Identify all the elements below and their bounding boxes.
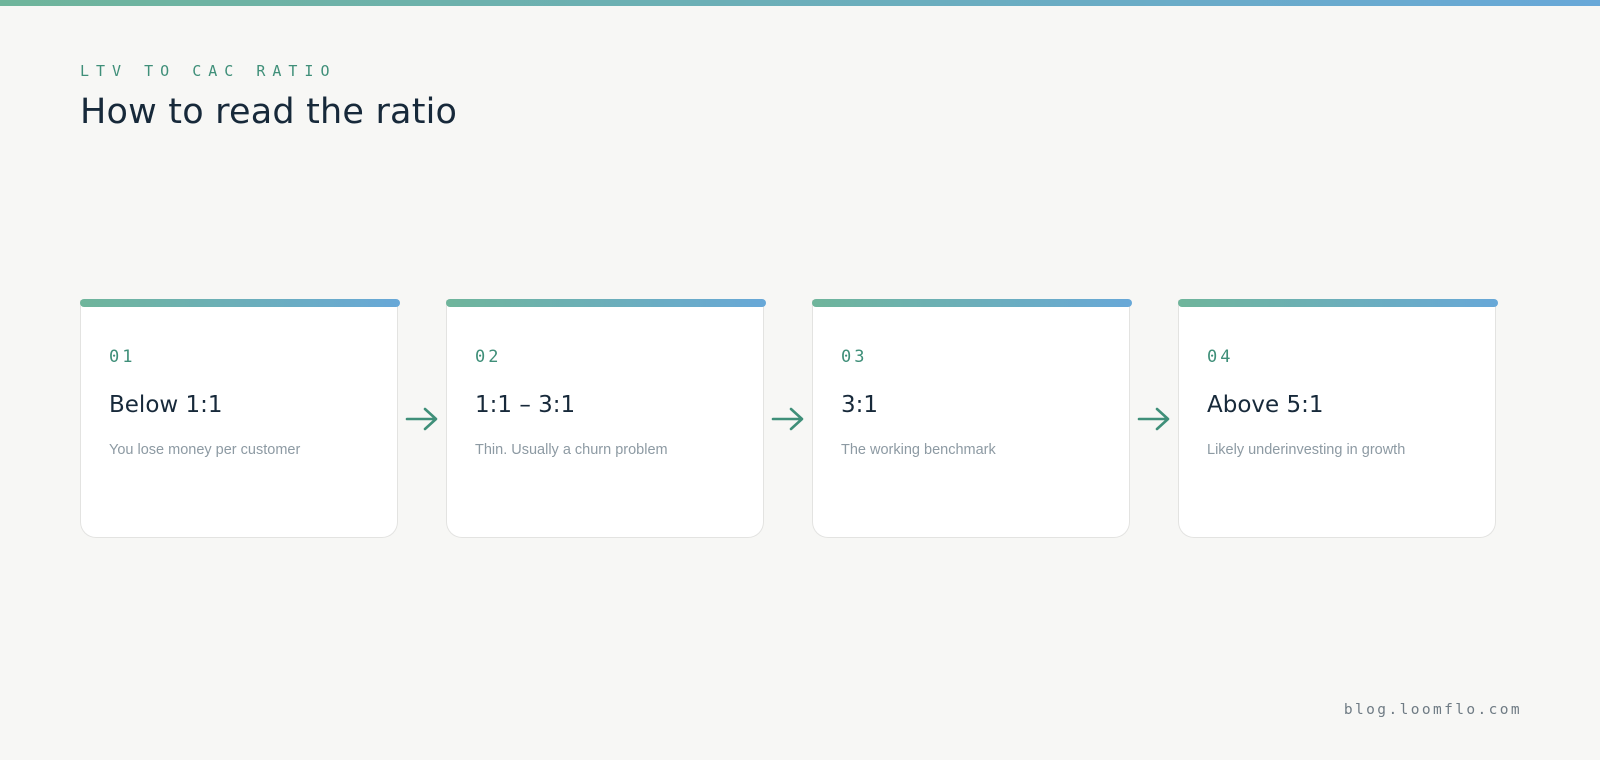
- step-card-4: 04 Above 5:1 Likely underinvesting in gr…: [1178, 299, 1498, 538]
- step-description: The working benchmark: [841, 442, 996, 458]
- step-number: 02: [475, 347, 502, 367]
- step-title: Below 1:1: [109, 392, 223, 418]
- card-accent-bar: [446, 299, 766, 307]
- arrow-right-icon: [1130, 300, 1178, 538]
- step-flow: 01 Below 1:1 You lose money per customer…: [80, 299, 1498, 538]
- step-title: 1:1 – 3:1: [475, 392, 576, 418]
- step-title: Above 5:1: [1207, 392, 1324, 418]
- page-title: How to read the ratio: [80, 92, 458, 132]
- top-accent-bar: [0, 0, 1600, 6]
- footer-site-url: blog.loomflo.com: [1343, 702, 1522, 718]
- step-description: You lose money per customer: [109, 442, 301, 458]
- step-number: 01: [109, 347, 136, 367]
- card-accent-bar: [812, 299, 1132, 307]
- eyebrow-label: LTV TO CAC RATIO: [80, 62, 337, 80]
- step-card-3: 03 3:1 The working benchmark: [812, 299, 1132, 538]
- step-number: 03: [841, 347, 868, 367]
- step-description: Likely underinvesting in growth: [1207, 442, 1406, 458]
- step-card-2: 02 1:1 – 3:1 Thin. Usually a churn probl…: [446, 299, 766, 538]
- step-description: Thin. Usually a churn problem: [475, 442, 668, 458]
- arrow-right-icon: [398, 300, 446, 538]
- arrow-right-icon: [764, 300, 812, 538]
- card-accent-bar: [1178, 299, 1498, 307]
- step-card-1: 01 Below 1:1 You lose money per customer: [80, 299, 400, 538]
- step-number: 04: [1207, 347, 1234, 367]
- card-accent-bar: [80, 299, 400, 307]
- step-title: 3:1: [841, 392, 879, 418]
